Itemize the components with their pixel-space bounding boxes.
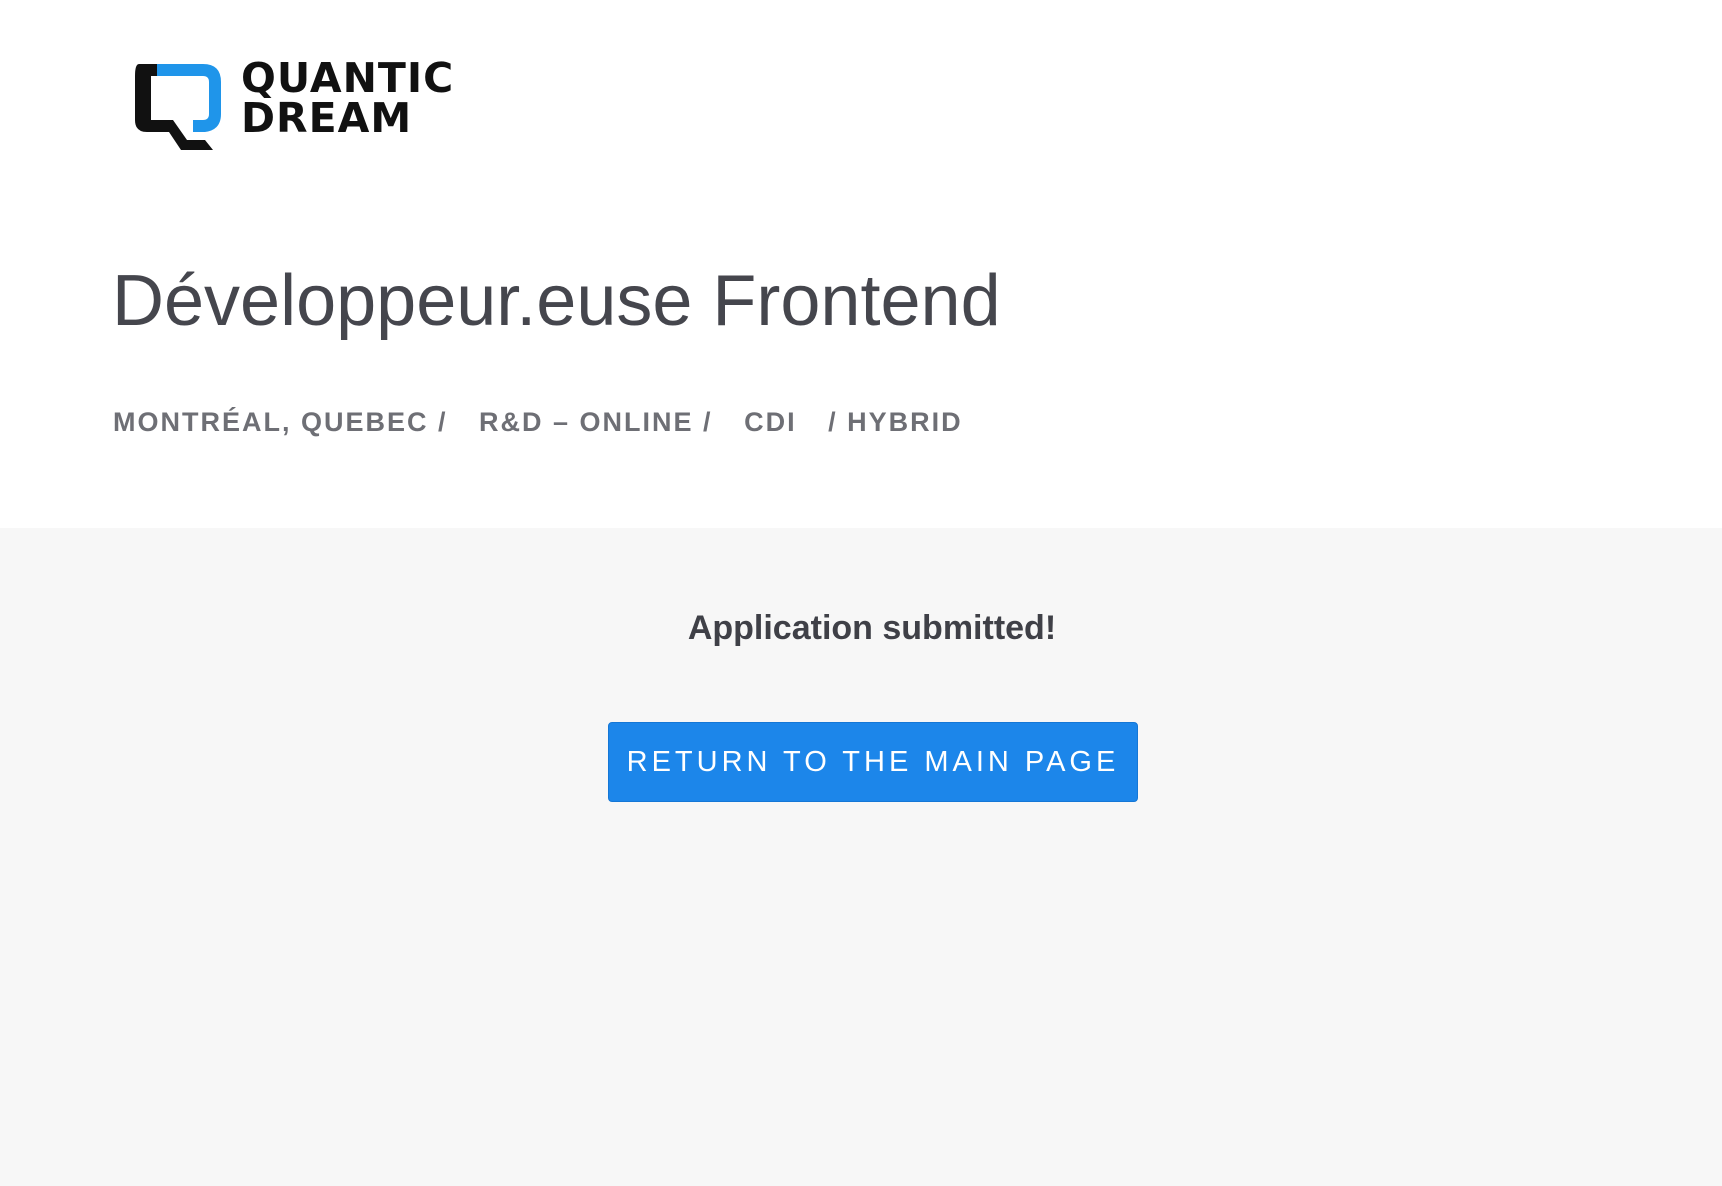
job-meta: MONTRÉAL, QUEBEC / R&D – ONLINE / CDI / … bbox=[113, 404, 963, 440]
job-team: R&D – ONLINE / bbox=[479, 407, 713, 437]
job-header: QUANTIC DREAM Développeur.euse Frontend … bbox=[0, 0, 1722, 528]
return-to-main-page-button[interactable]: RETURN TO THE MAIN PAGE bbox=[608, 722, 1138, 802]
job-contract-type: CDI bbox=[744, 407, 797, 437]
logo-line-1: QUANTIC bbox=[241, 54, 455, 102]
application-status-message: Application submitted! bbox=[687, 609, 1057, 647]
logo-wordmark: QUANTIC DREAM bbox=[241, 54, 455, 142]
job-location: MONTRÉAL, QUEBEC / bbox=[113, 407, 448, 437]
job-title: Développeur.euse Frontend bbox=[112, 261, 1001, 341]
confirmation-section: Application submitted! RETURN TO THE MAI… bbox=[0, 528, 1722, 1186]
company-logo[interactable]: QUANTIC DREAM bbox=[133, 58, 503, 154]
quantic-dream-logo-mark bbox=[135, 64, 221, 150]
job-workplace-type: / HYBRID bbox=[828, 407, 963, 437]
logo-line-2: DREAM bbox=[241, 94, 413, 142]
